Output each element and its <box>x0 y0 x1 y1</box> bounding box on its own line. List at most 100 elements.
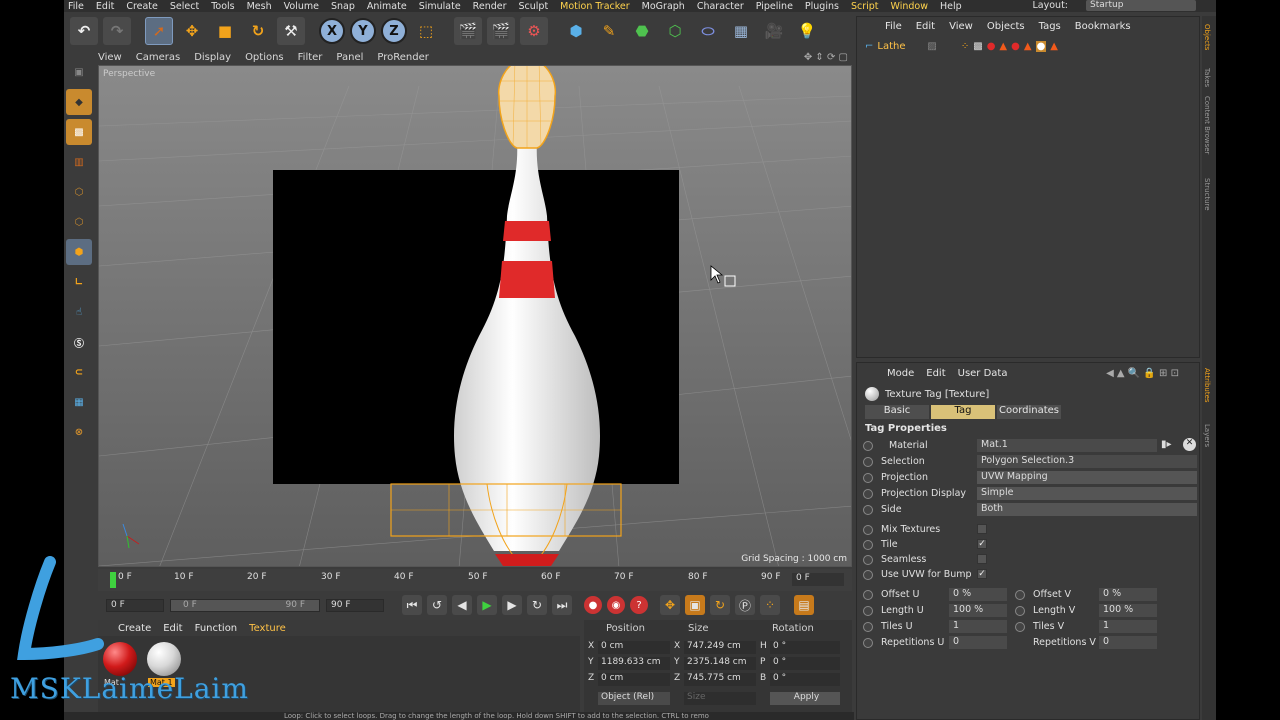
rotation-b-field[interactable]: 0 ° <box>770 673 840 686</box>
side-dropdown[interactable]: Both <box>977 503 1197 516</box>
repetitions-u-field[interactable]: 0 <box>949 636 1007 649</box>
viewport-menu-panel[interactable]: Panel <box>336 52 363 63</box>
rotation-h-field[interactable]: 0 ° <box>770 641 840 654</box>
start-frame-field[interactable]: 0 F <box>106 598 164 612</box>
side-tab-attributes[interactable]: Attributes <box>1203 368 1211 403</box>
light-icon[interactable]: 💡 <box>793 17 821 45</box>
animate-radio[interactable] <box>863 525 873 535</box>
polygon-selection-tag-icon[interactable]: ▲ <box>999 41 1007 52</box>
menu-sculpt[interactable]: Sculpt <box>519 1 549 12</box>
timeline-ruler[interactable]: 0 F 10 F 20 F 30 F 40 F 50 F 60 F 70 F 8… <box>98 572 798 588</box>
menu-window[interactable]: Window <box>891 1 928 12</box>
coordinate-mode-dropdown[interactable]: Object (Rel) <box>598 692 670 705</box>
menu-volume[interactable]: Volume <box>284 1 319 12</box>
menu-character[interactable]: Character <box>697 1 744 12</box>
offset-v-field[interactable]: 0 % <box>1099 588 1157 601</box>
viewport-menu-prorender[interactable]: ProRender <box>377 52 428 63</box>
bowling-pin-model[interactable] <box>99 66 852 567</box>
cube-primitive-icon[interactable]: ⬢ <box>562 17 590 45</box>
record-scale-icon[interactable]: ▣ <box>685 595 705 615</box>
viewport-menu-options[interactable]: Options <box>245 52 284 63</box>
solo-mode-icon[interactable]: Ⓢ <box>66 329 92 355</box>
menu-animate[interactable]: Animate <box>367 1 407 12</box>
recent-tools-icon[interactable]: ⚒ <box>277 17 305 45</box>
menu-plugins[interactable]: Plugins <box>805 1 839 12</box>
frame-range-slider[interactable]: 0 F 90 F <box>170 598 320 612</box>
attr-menu-mode[interactable]: Mode <box>887 368 914 379</box>
animate-radio[interactable] <box>863 638 873 648</box>
menu-mograph[interactable]: MoGraph <box>642 1 685 12</box>
position-z-field[interactable]: 0 cm <box>598 673 670 686</box>
snap-icon[interactable]: ⊂ <box>66 359 92 385</box>
model-mode-icon[interactable]: ◆ <box>66 89 92 115</box>
side-tab-takes[interactable]: Takes <box>1203 68 1211 87</box>
previous-frame-icon[interactable]: ◀ <box>452 595 472 615</box>
menu-file[interactable]: File <box>68 1 84 12</box>
menu-render[interactable]: Render <box>473 1 507 12</box>
menu-motion-tracker[interactable]: Motion Tracker <box>560 1 630 12</box>
animate-radio[interactable] <box>863 622 873 632</box>
array-generator-icon[interactable]: ⬡ <box>661 17 689 45</box>
pen-spline-icon[interactable]: ✎ <box>595 17 623 45</box>
next-key-icon[interactable]: ↻ <box>527 595 547 615</box>
z-axis-lock-icon[interactable]: Z <box>381 18 407 44</box>
material-menu-edit[interactable]: Edit <box>163 623 182 634</box>
repetitions-v-field[interactable]: 0 <box>1099 636 1157 649</box>
length-u-field[interactable]: 100 % <box>949 604 1007 617</box>
obj-menu-file[interactable]: File <box>885 21 902 32</box>
record-parameter-icon[interactable]: Ⓟ <box>735 595 755 615</box>
object-name[interactable]: Lathe <box>877 41 927 52</box>
tab-tag[interactable]: Tag <box>931 405 995 419</box>
record-pla-icon[interactable]: ⁘ <box>760 595 780 615</box>
length-v-field[interactable]: 100 % <box>1099 604 1157 617</box>
side-tab-content-browser[interactable]: Content Browser <box>1203 96 1211 154</box>
autokey-icon[interactable]: ◉ <box>607 596 625 614</box>
playhead[interactable] <box>110 572 116 588</box>
checker-tag-icon[interactable]: ▩ <box>973 41 982 52</box>
object-row-lathe[interactable]: ⌐ Lathe ▨ ⁘ ▩ ● ▲ ● ▲ ● ▲ <box>865 39 1195 53</box>
mix-textures-checkbox[interactable] <box>977 524 987 534</box>
make-editable-icon[interactable]: ▣ <box>66 59 92 85</box>
redo-icon[interactable]: ↷ <box>103 17 131 45</box>
undo-icon[interactable]: ↶ <box>70 17 98 45</box>
white-material-tag-icon[interactable]: ● <box>1035 40 1047 52</box>
polygons-mode-icon[interactable]: ⬢ <box>66 239 92 265</box>
select-tool-icon[interactable]: ➚ <box>145 17 173 45</box>
workplane-mode-icon[interactable]: ▥ <box>66 149 92 175</box>
animate-radio[interactable] <box>1015 590 1025 600</box>
animate-radio[interactable] <box>863 505 873 515</box>
visibility-toggle-icon[interactable]: ▨ <box>927 41 936 52</box>
texture-mode-icon[interactable]: ▩ <box>66 119 92 145</box>
animate-radio[interactable] <box>1015 622 1025 632</box>
red-material-tag-2-icon[interactable]: ● <box>1011 41 1020 52</box>
uvw-bump-checkbox[interactable]: ✓ <box>977 569 987 579</box>
points-mode-icon[interactable]: ⬡ <box>66 179 92 205</box>
obj-menu-view[interactable]: View <box>949 21 973 32</box>
side-tab-objects[interactable]: Objects <box>1203 24 1211 50</box>
size-z-field[interactable]: 745.775 cm <box>684 673 756 686</box>
projection-display-dropdown[interactable]: Simple <box>977 487 1197 500</box>
position-x-field[interactable]: 0 cm <box>598 641 670 654</box>
phong-tag-icon[interactable]: ⁘ <box>961 41 969 52</box>
deformer-icon[interactable]: ⬭ <box>694 17 722 45</box>
animate-radio[interactable] <box>863 441 873 451</box>
x-axis-lock-icon[interactable]: X <box>319 18 345 44</box>
tiles-v-field[interactable]: 1 <box>1099 620 1157 633</box>
menu-tools[interactable]: Tools <box>211 1 234 12</box>
animate-radio[interactable] <box>1015 606 1025 616</box>
viewport-menu-filter[interactable]: Filter <box>298 52 323 63</box>
workplane-icon[interactable]: ▦ <box>66 389 92 415</box>
animate-radio[interactable] <box>863 606 873 616</box>
obj-menu-edit[interactable]: Edit <box>916 21 935 32</box>
menu-pipeline[interactable]: Pipeline <box>756 1 793 12</box>
material-link-icons[interactable]: ▮▸ <box>1161 439 1172 450</box>
menu-create[interactable]: Create <box>126 1 158 12</box>
animate-radio[interactable] <box>863 590 873 600</box>
render-picture-viewer-icon[interactable]: 🎬 <box>487 17 515 45</box>
menu-edit[interactable]: Edit <box>96 1 114 12</box>
attr-nav-icons[interactable]: ◀ ▲ 🔍 🔒 ⊞ ⊡ <box>1106 368 1179 379</box>
viewport-menu-display[interactable]: Display <box>194 52 231 63</box>
tile-checkbox[interactable]: ✓ <box>977 539 987 549</box>
position-y-field[interactable]: 1189.633 cm <box>598 657 670 670</box>
size-y-field[interactable]: 2375.148 cm <box>684 657 756 670</box>
